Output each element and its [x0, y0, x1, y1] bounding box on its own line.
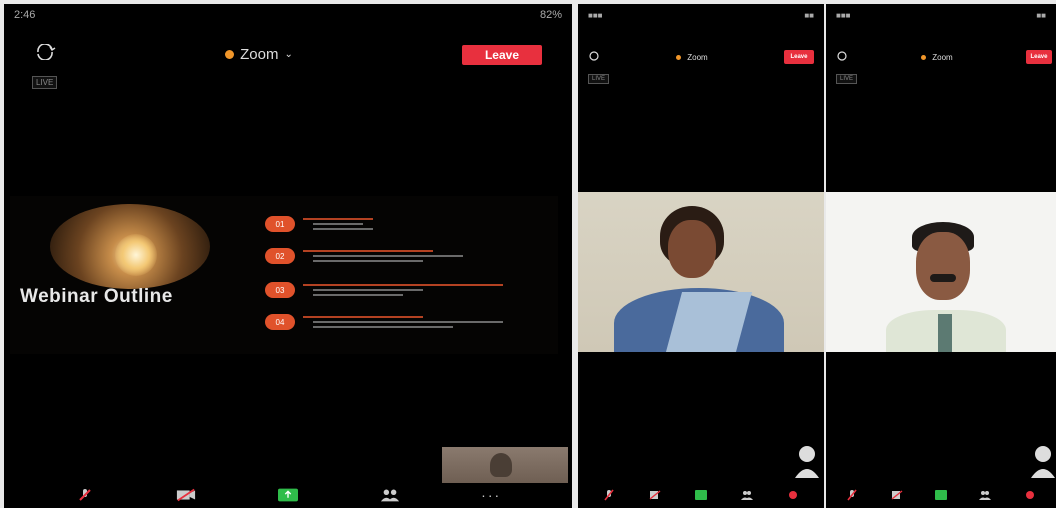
participant-face — [668, 220, 716, 278]
status-time: 2:46 — [14, 9, 36, 21]
participant-video-male — [826, 192, 1056, 352]
stop-video-icon[interactable] — [176, 488, 196, 502]
self-view-thumbnail[interactable] — [442, 447, 568, 483]
participants-icon[interactable] — [737, 488, 757, 502]
meeting-toolbar — [826, 482, 1056, 508]
live-badge: LIVE — [836, 74, 858, 84]
avatar-icon — [794, 444, 820, 485]
live-badge: LIVE — [32, 76, 58, 89]
more-options-icon[interactable]: ··· — [481, 487, 501, 503]
meeting-top-bar: Zoom Leave — [826, 48, 1056, 66]
outline-number: 04 — [265, 314, 295, 330]
mute-mic-icon[interactable] — [75, 488, 95, 502]
app-title: Zoom — [932, 52, 953, 62]
reactions-icon[interactable] — [1020, 488, 1040, 502]
meeting-toolbar — [578, 482, 824, 508]
left-phone-screen: 2:46 82% Zoom ⌄ Leave LIVE Webinar Outli… — [4, 4, 572, 508]
participant-face — [916, 232, 970, 300]
mute-mic-icon[interactable] — [599, 488, 619, 502]
meeting-toolbar: ··· — [4, 482, 572, 508]
screenshot-collage: 2:46 82% Zoom ⌄ Leave LIVE Webinar Outli… — [0, 0, 1056, 508]
live-badge: LIVE — [588, 74, 610, 84]
leave-button[interactable]: Leave — [1025, 50, 1052, 64]
encryption-dot-icon — [676, 54, 682, 60]
outline-item: 02 — [265, 248, 463, 264]
participant-mustache — [930, 274, 956, 282]
share-screen-icon[interactable] — [277, 488, 298, 502]
outline-number: 03 — [265, 282, 295, 298]
switch-camera-icon[interactable] — [34, 43, 56, 65]
right-phone-screen-b: ■■■ ■■ Zoom Leave LIVE — [826, 4, 1056, 508]
reactions-icon[interactable] — [783, 488, 803, 502]
outline-item: 04 — [265, 314, 503, 330]
outline-number: 01 — [265, 216, 295, 232]
outline-number: 02 — [265, 248, 295, 264]
status-bar: 2:46 82% — [4, 4, 572, 26]
participant-tie — [938, 314, 952, 352]
stop-video-icon[interactable] — [887, 488, 907, 502]
share-screen-icon[interactable] — [931, 488, 951, 502]
share-screen-icon[interactable] — [691, 488, 711, 502]
right-phone-screen-a: ■■■ ■■ Zoom Leave LIVE — [578, 4, 824, 508]
avatar-icon — [1030, 444, 1056, 485]
shared-slide: Webinar Outline 01 02 03 04 — [10, 196, 558, 354]
encryption-dot-icon — [921, 54, 927, 60]
battery-level: 82% — [539, 9, 562, 21]
outline-item: 03 — [265, 282, 503, 298]
outline-item: 01 — [265, 216, 373, 232]
app-title: Zoom — [687, 52, 708, 62]
participants-icon[interactable] — [975, 488, 995, 502]
stop-video-icon[interactable] — [645, 488, 665, 502]
person-silhouette-icon — [490, 453, 512, 477]
participant-video-female — [578, 192, 824, 352]
chevron-down-icon: ⌄ — [284, 49, 293, 60]
switch-camera-icon[interactable] — [588, 48, 600, 66]
meeting-top-bar: Zoom ⌄ Leave — [4, 43, 572, 65]
meeting-title[interactable]: Zoom — [921, 52, 953, 62]
leave-button[interactable]: Leave — [461, 44, 542, 65]
participants-icon[interactable] — [380, 488, 400, 502]
meeting-title[interactable]: Zoom ⌄ — [225, 46, 293, 63]
meeting-top-bar: Zoom Leave — [578, 48, 824, 66]
status-bar: ■■■ ■■ — [836, 10, 1046, 20]
leave-button[interactable]: Leave — [783, 50, 814, 64]
lamp-bulb-icon — [115, 234, 157, 276]
status-bar: ■■■ ■■ — [588, 10, 814, 20]
meeting-title[interactable]: Zoom — [676, 52, 708, 62]
switch-camera-icon[interactable] — [836, 48, 848, 66]
encryption-dot-icon — [225, 50, 235, 59]
app-title: Zoom — [240, 46, 279, 63]
mute-mic-icon[interactable] — [842, 488, 862, 502]
slide-title: Webinar Outline — [20, 286, 173, 307]
